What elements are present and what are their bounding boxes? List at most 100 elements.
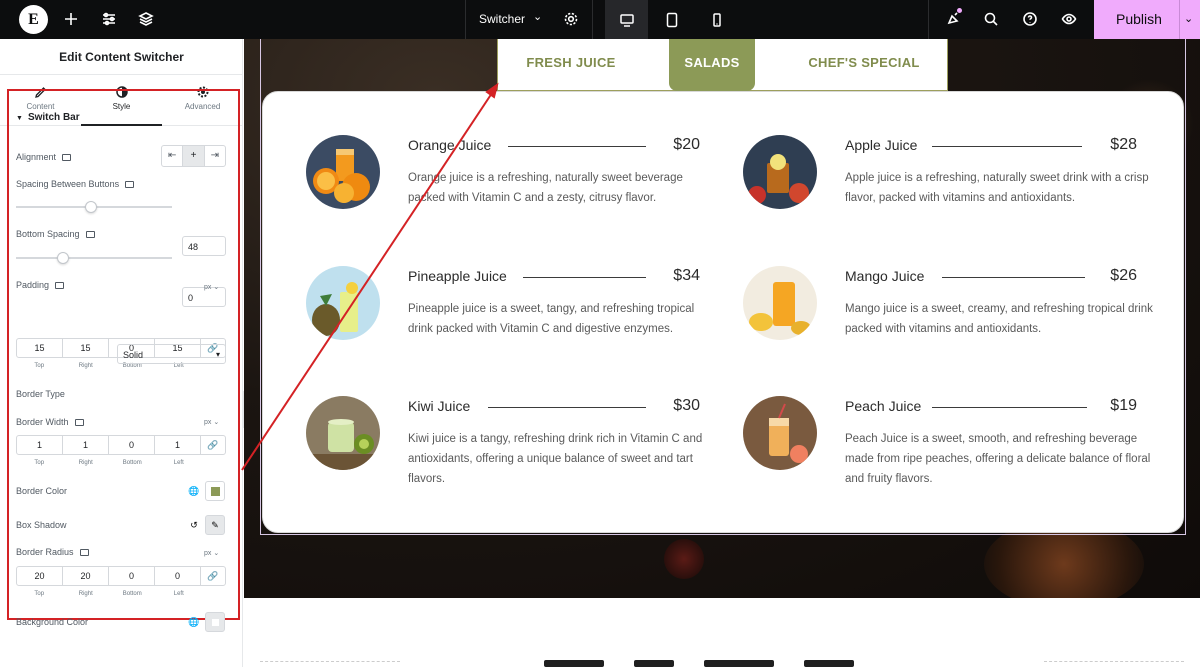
monitor-icon [125,181,135,189]
align-left-icon[interactable]: ⇤ [162,146,184,166]
border-radius-label: Border Radius [16,547,74,557]
menu-item-divider [488,407,646,408]
border-width-row: Border Width [16,417,84,427]
menu-item-divider [942,277,1085,278]
dim-label-right: Right [78,591,93,597]
chevron-down-icon[interactable]: ⌄ [533,10,542,23]
settings-sliders-icon[interactable] [99,9,119,29]
menu-item-name: Apple Juice [845,137,918,153]
monitor-icon [62,154,72,162]
monitor-icon [85,231,95,239]
menu-item-name: Kiwi Juice [408,398,471,414]
dim-label-bottom: Bottom [122,460,142,466]
menu-item-price: $34 [673,267,700,284]
dim-label-left: Left [173,460,184,466]
dim-label-top: Top [34,363,45,369]
alignment-control: ⇤ + ⇥ [161,145,226,167]
align-center-icon[interactable]: + [183,146,205,166]
slider-handle[interactable] [84,201,97,213]
border-radius-labels: Top Right Bottom Left [16,591,202,597]
globe-icon[interactable]: 🌐 [184,612,204,632]
border-width-top-input[interactable]: 1 [17,436,63,454]
padding-row: Padding [16,280,65,290]
add-icon[interactable] [61,9,81,29]
tab-fresh-juice[interactable]: FRESH JUICE [498,39,644,91]
background-color-picker[interactable] [205,612,225,632]
padding-right-input[interactable]: 15 [63,339,109,357]
reset-icon[interactable]: ↺ [184,515,204,535]
menu-item-name: Peach Juice [845,398,922,414]
layers-icon[interactable] [136,9,156,29]
align-right-icon[interactable]: ⇥ [205,146,225,166]
menu-item-description: Apple juice is a refreshing, naturally s… [845,172,1149,204]
desktop-icon[interactable] [605,0,648,39]
menu-item: Apple Juice $28 Apple juice is a refresh… [743,135,1149,245]
spacing-slider[interactable] [16,201,172,213]
menu-item: Peach Juice $19 Peach Juice is a sweet, … [743,396,1150,506]
bottom-spacing-slider[interactable] [16,252,172,264]
border-radius-left-input[interactable]: 0 [155,567,201,585]
elementor-logo-icon[interactable]: E [19,5,48,34]
border-width-left-input[interactable]: 1 [155,436,201,454]
monitor-icon [79,549,89,557]
border-radius-bottom-input[interactable]: 0 [109,567,155,585]
menu-item: Mango Juice $26 Mango juice is a sweet, … [743,266,1153,376]
border-radius-right-input[interactable]: 20 [63,567,109,585]
link-icon[interactable]: 🔗 [201,436,225,454]
preview-eye-icon[interactable] [1059,9,1079,29]
document-switcher[interactable]: Switcher ⌄ [465,0,593,39]
border-radius-top-input[interactable]: 20 [17,567,63,585]
border-color-picker[interactable] [205,481,225,501]
search-icon[interactable] [981,9,1001,29]
menu-item-description: Orange juice is a refreshing, naturally … [408,172,683,204]
cropped-heading [544,658,904,667]
tab-chefs-special[interactable]: CHEF'S SPECIAL [780,39,948,91]
menu-item-divider [523,277,646,278]
panel-title: Edit Content Switcher [0,39,243,75]
menu-item-price: $30 [673,397,700,414]
border-radius-unit[interactable]: px ⌄ [204,549,219,557]
publish-label: Publish [1116,11,1162,27]
border-type-label: Border Type [16,389,65,399]
menu-item-divider [932,146,1082,147]
mango-juice-image [743,266,817,340]
padding-top-input[interactable]: 15 [17,339,63,357]
spacing-input[interactable]: 48 [182,236,226,256]
apple-juice-image [743,135,817,209]
monitor-icon [74,419,84,427]
pineapple-juice-image [306,266,380,340]
heading-glyphs [544,660,604,667]
border-width-bottom-input[interactable]: 0 [109,436,155,454]
heading-glyphs [634,660,674,667]
chevron-down-icon[interactable]: ⌄ [1184,12,1193,25]
publish-button[interactable]: Publish ⌄ [1094,0,1200,39]
edit-pencil-icon[interactable]: ✎ [205,515,225,535]
slider-handle[interactable] [56,252,69,264]
tablet-icon[interactable] [650,0,693,39]
menu-item-description: Mango juice is a sweet, creamy, and refr… [845,303,1153,335]
border-type-select[interactable]: Solid ▾ [117,344,226,364]
border-width-right-input[interactable]: 1 [63,436,109,454]
document-title[interactable]: Switcher [479,12,525,26]
globe-icon[interactable]: 🌐 [184,481,204,501]
link-icon[interactable]: 🔗 [201,567,225,585]
preview-canvas: FRESH JUICE SALADS CHEF'S SPECIAL Orange… [244,39,1200,667]
monitor-icon [55,282,65,290]
section-switch-bar[interactable]: ▼ Switch Bar [16,112,80,123]
heading-glyphs [804,660,854,667]
tab-salads[interactable]: SALADS [669,39,755,91]
border-width-label: Border Width [16,417,69,427]
menu-item-description: Peach Juice is a sweet, smooth, and refr… [845,433,1151,485]
kiwi-juice-image [306,396,380,470]
help-icon[interactable] [1020,9,1040,29]
mobile-icon[interactable] [695,0,738,39]
alignment-label: Alignment [16,152,57,162]
menu-item-divider [508,146,646,147]
padding-unit[interactable]: px ⌄ [204,283,219,291]
padding-label: Padding [16,280,50,290]
gear-icon[interactable] [561,9,581,29]
border-width-unit[interactable]: px ⌄ [204,418,219,426]
notifications-icon[interactable] [943,8,963,29]
dim-label-right: Right [78,460,93,466]
menu-item-divider [932,407,1087,408]
